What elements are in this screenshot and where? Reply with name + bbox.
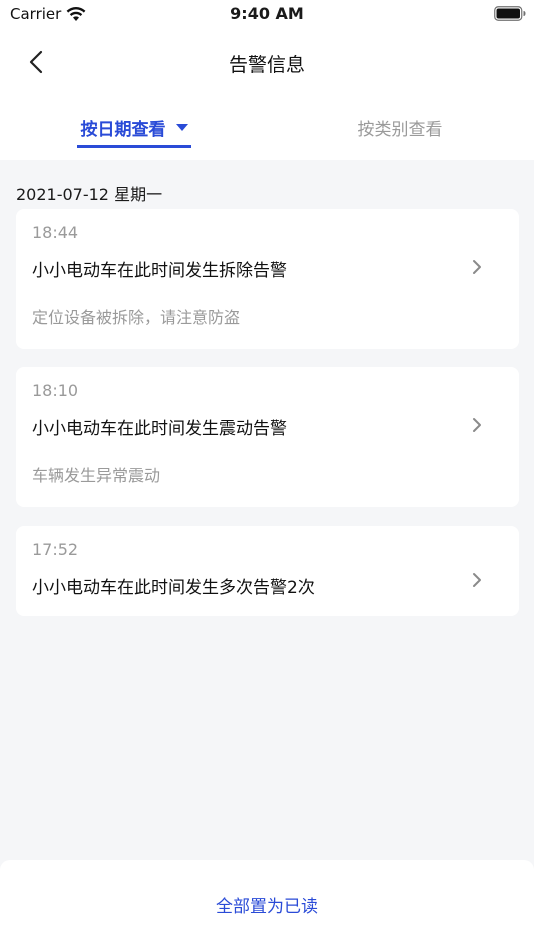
chevron-right-icon bbox=[473, 260, 481, 274]
alert-title: 小小电动车在此时间发生多次告警2次 bbox=[32, 578, 315, 598]
chevron-right-icon bbox=[473, 573, 481, 587]
alert-description: 定位设备被拆除，请注意防盗 bbox=[32, 308, 241, 327]
caret-down-icon bbox=[175, 123, 188, 131]
active-tab-indicator bbox=[77, 145, 191, 148]
tab-bar: 按日期查看 按类别查看 bbox=[0, 94, 534, 160]
alert-time: 18:10 bbox=[32, 381, 79, 400]
alert-description: 车辆发生异常震动 bbox=[32, 466, 161, 485]
status-bar: Carrier 9:40 AM bbox=[0, 0, 534, 30]
date-section-header: 2021-07-12 星期一 bbox=[16, 185, 163, 204]
page-title: 告警信息 bbox=[228, 54, 305, 76]
back-button[interactable] bbox=[18, 44, 54, 80]
tab-by-category[interactable]: 按类别查看 bbox=[300, 94, 500, 160]
alert-time: 18:44 bbox=[32, 223, 79, 242]
bottom-action-bar: 全部置为已读 bbox=[0, 860, 534, 950]
alert-title: 小小电动车在此时间发生拆除告警 bbox=[32, 261, 287, 281]
mark-all-read-button[interactable]: 全部置为已读 bbox=[0, 892, 534, 917]
alert-card[interactable]: 18:10 小小电动车在此时间发生震动告警 车辆发生异常震动 bbox=[16, 367, 519, 507]
alert-time: 17:52 bbox=[32, 540, 79, 559]
battery-icon bbox=[494, 6, 526, 21]
tab-by-date-label: 按日期查看 bbox=[80, 119, 166, 140]
tab-by-category-label: 按类别查看 bbox=[357, 119, 443, 140]
alert-card[interactable]: 17:52 小小电动车在此时间发生多次告警2次 bbox=[16, 526, 519, 616]
navigation-bar: 告警信息 bbox=[0, 30, 534, 94]
alert-card[interactable]: 18:44 小小电动车在此时间发生拆除告警 定位设备被拆除，请注意防盗 bbox=[16, 209, 519, 349]
chevron-left-icon bbox=[29, 50, 43, 74]
tab-by-date[interactable]: 按日期查看 bbox=[34, 94, 234, 160]
status-time: 9:40 AM bbox=[230, 4, 304, 23]
alert-title: 小小电动车在此时间发生震动告警 bbox=[32, 419, 287, 439]
chevron-right-icon bbox=[473, 418, 481, 432]
